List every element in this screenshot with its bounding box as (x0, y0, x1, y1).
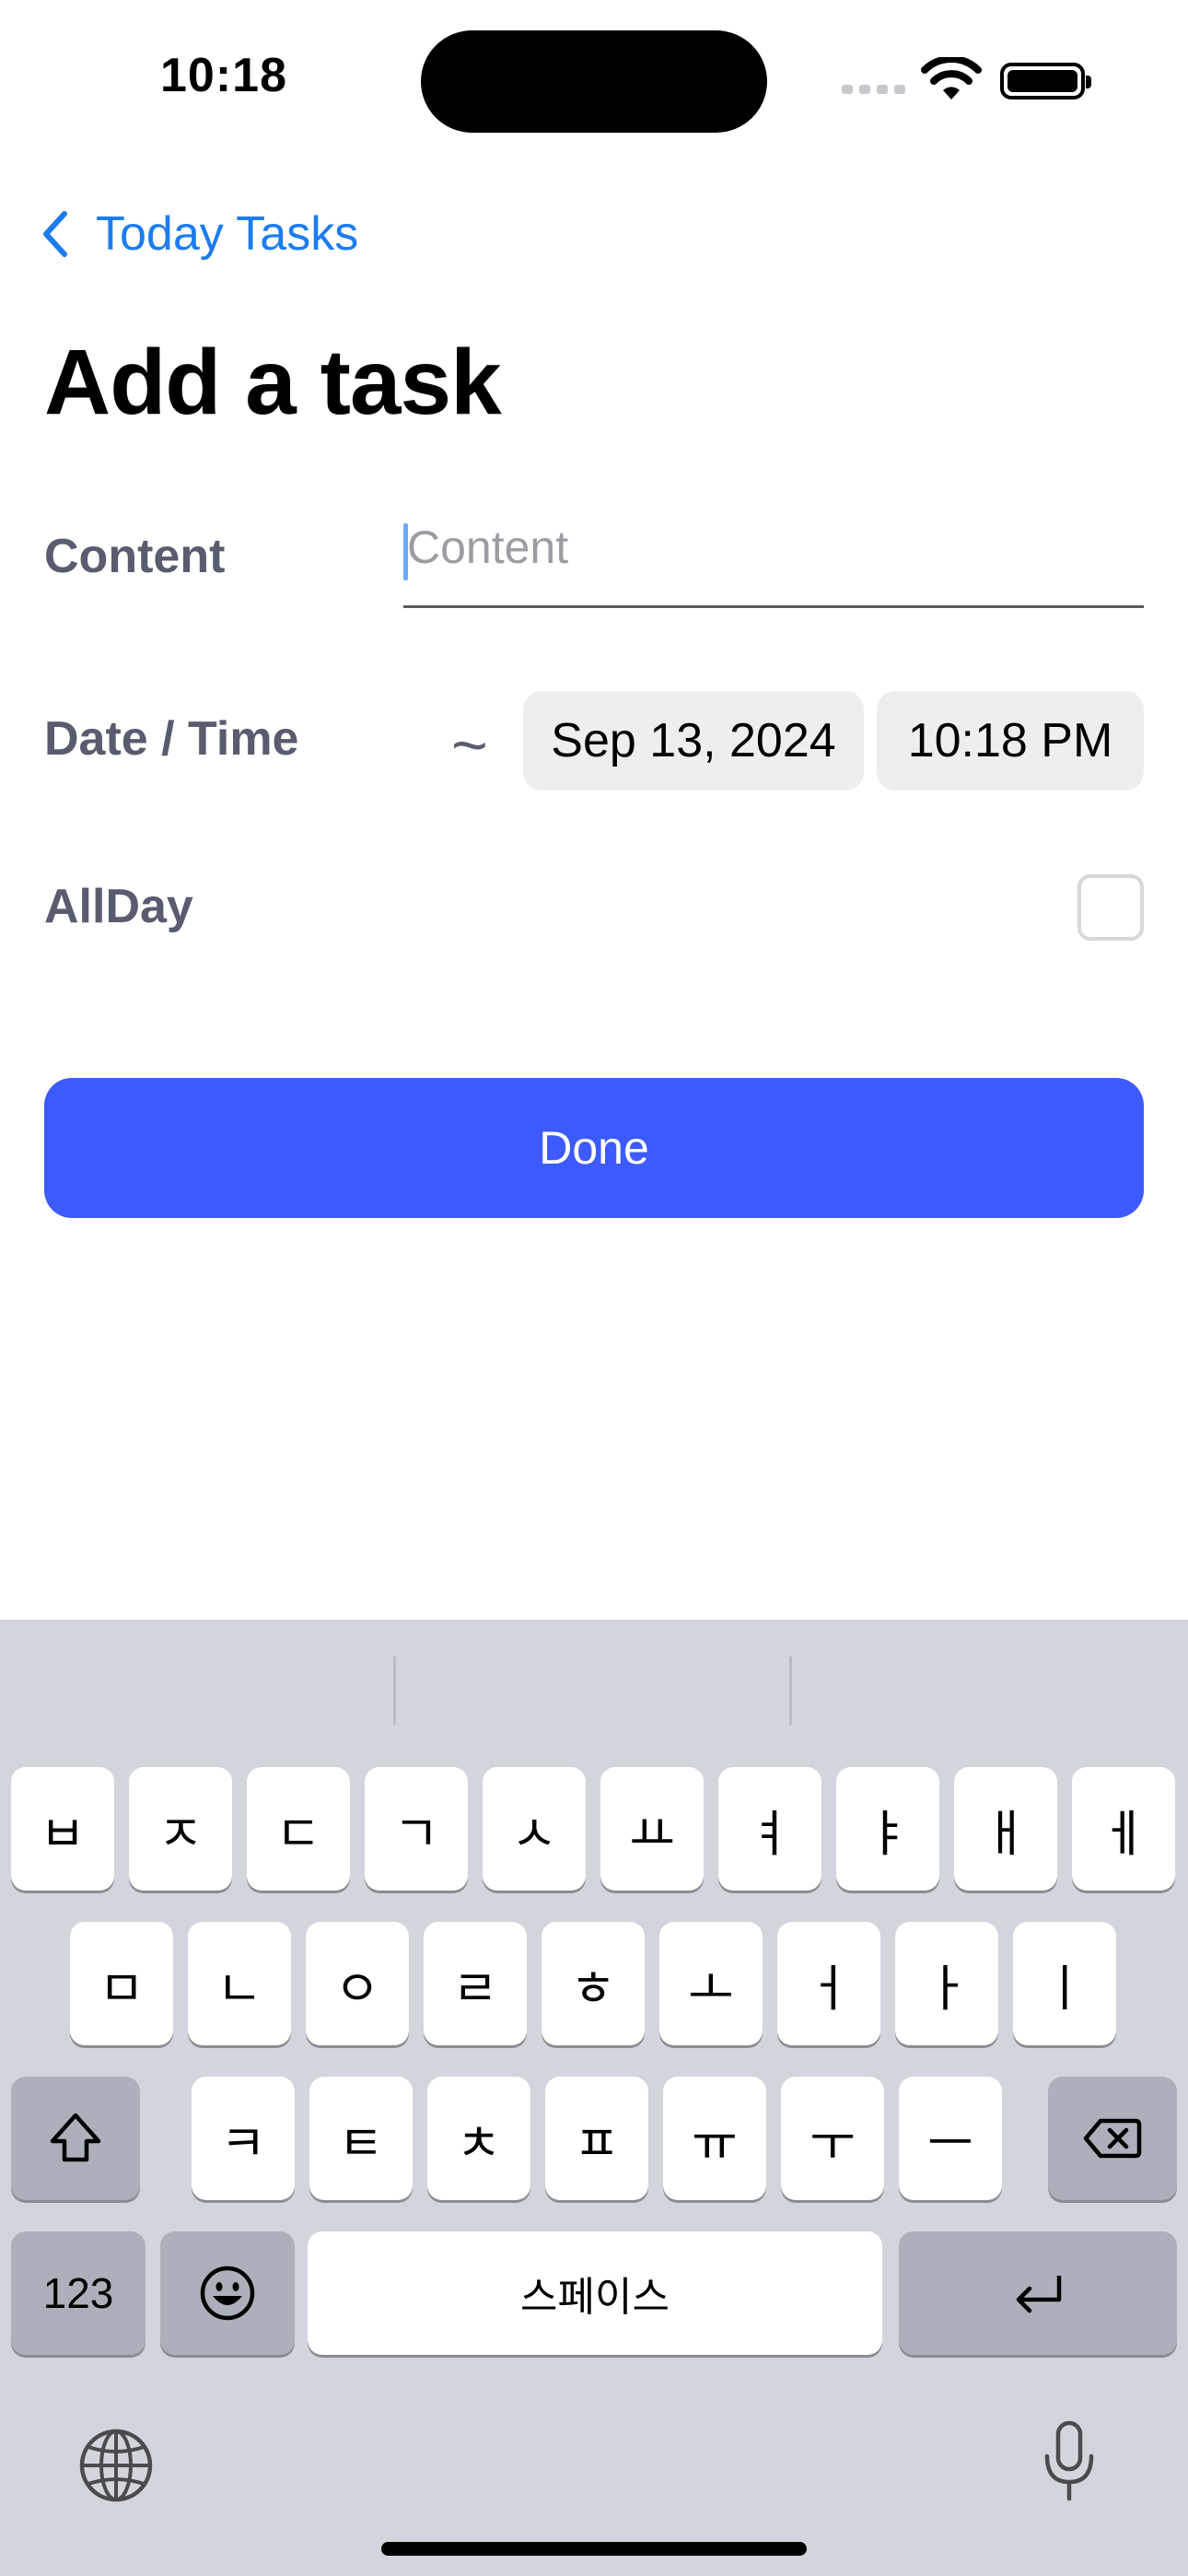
home-indicator (381, 2542, 807, 2556)
key-p[interactable]: ㅍ (545, 2077, 648, 2200)
wifi-icon (921, 57, 982, 100)
cellular-signal-icon (842, 85, 905, 94)
time-picker-button[interactable]: 10:18 PM (877, 691, 1144, 790)
key-b[interactable]: ㅂ (11, 1767, 114, 1891)
suggestion-divider (393, 1657, 396, 1725)
key-n[interactable]: ㄴ (188, 1922, 291, 2045)
numbers-key[interactable]: 123 (11, 2231, 146, 2355)
key-eu[interactable]: ㅡ (899, 2077, 1002, 2200)
keyboard: ㅂ ㅈ ㄷ ㄱ ㅅ ㅛ ㅕ ㅑ ㅐ ㅔ ㅁ ㄴ ㅇ ㄹ ㅎ ㅗ ㅓ ㅏ ㅣ ㅋ … (0, 1620, 1188, 2576)
date-picker-button[interactable]: Sep 13, 2024 (523, 691, 864, 790)
emoji-icon (200, 2266, 255, 2321)
content-input[interactable] (403, 516, 1144, 608)
datetime-label: Date / Time (44, 712, 299, 766)
key-a[interactable]: ㅏ (895, 1922, 998, 2045)
key-t[interactable]: ㅌ (309, 2077, 413, 2200)
key-eo[interactable]: ㅓ (777, 1922, 880, 2045)
text-cursor (403, 523, 408, 580)
range-symbol: ~ (451, 710, 488, 780)
suggestion-divider (789, 1657, 792, 1725)
key-ae[interactable]: ㅐ (954, 1767, 1057, 1891)
done-button[interactable]: Done (44, 1078, 1144, 1218)
delete-key[interactable] (1048, 2077, 1177, 2200)
key-i[interactable]: ㅣ (1013, 1922, 1116, 2045)
shift-key[interactable] (11, 2077, 140, 2200)
allday-checkbox[interactable] (1077, 874, 1144, 941)
page-title: Add a task (44, 331, 502, 434)
microphone-icon[interactable] (1041, 2419, 1098, 2504)
key-o[interactable]: ㅗ (659, 1922, 763, 2045)
key-d[interactable]: ㄷ (247, 1767, 350, 1891)
back-label: Today Tasks (96, 207, 359, 261)
globe-icon[interactable] (77, 2427, 155, 2504)
shift-icon (50, 2113, 101, 2162)
key-ng[interactable]: ㅇ (306, 1922, 409, 2045)
key-m[interactable]: ㅁ (70, 1922, 173, 2045)
key-k[interactable]: ㅋ (192, 2077, 295, 2200)
key-ya[interactable]: ㅑ (836, 1767, 939, 1891)
key-j[interactable]: ㅈ (129, 1767, 232, 1891)
key-ch[interactable]: ㅊ (427, 2077, 530, 2200)
back-button[interactable]: Today Tasks (41, 206, 358, 262)
key-h[interactable]: ㅎ (542, 1922, 645, 2045)
battery-icon (1000, 63, 1091, 100)
key-yu[interactable]: ㅠ (663, 2077, 766, 2200)
key-e[interactable]: ㅔ (1072, 1767, 1175, 1891)
key-s[interactable]: ㅅ (483, 1767, 586, 1891)
status-time: 10:18 (160, 49, 287, 102)
chevron-left-icon (43, 211, 67, 257)
space-key[interactable]: 스페이스 (308, 2231, 882, 2355)
key-r[interactable]: ㄹ (424, 1922, 527, 2045)
delete-icon (1083, 2118, 1142, 2159)
content-label: Content (44, 530, 226, 583)
allday-label: AllDay (44, 880, 193, 933)
key-yeo[interactable]: ㅕ (718, 1767, 821, 1891)
emoji-key[interactable] (160, 2231, 295, 2355)
return-key[interactable] (899, 2231, 1177, 2355)
key-g[interactable]: ㄱ (365, 1767, 468, 1891)
key-yo[interactable]: ㅛ (600, 1767, 704, 1891)
return-icon (1016, 2276, 1062, 2313)
dynamic-island (421, 30, 767, 133)
key-u[interactable]: ㅜ (781, 2077, 884, 2200)
